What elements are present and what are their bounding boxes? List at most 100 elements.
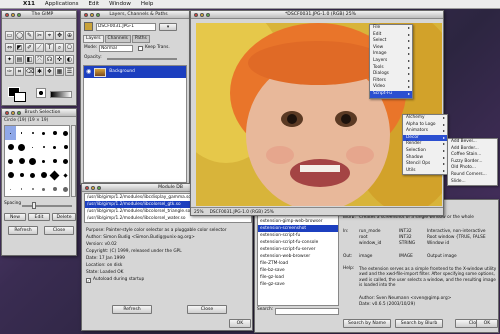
menu-applications[interactable]: Applications	[45, 1, 79, 7]
tool-button[interactable]: T	[45, 43, 54, 52]
brush-cell[interactable]	[16, 126, 27, 140]
close-button[interactable]: Close	[44, 226, 74, 235]
tool-button[interactable]: ✐	[25, 43, 34, 52]
tool-button[interactable]: ⌕	[55, 43, 64, 52]
tool-button[interactable]: ☊	[45, 55, 54, 64]
layer-list[interactable]: ◉ Background	[83, 65, 187, 183]
image-select-dropdown[interactable]: DSCF0031.JPG-1	[96, 23, 156, 31]
tool-button[interactable]: ✥	[55, 31, 64, 40]
menu-item-selection[interactable]: Selection	[403, 148, 447, 155]
tool-button[interactable]: ◩	[15, 43, 24, 52]
brush-cell[interactable]	[27, 182, 38, 196]
zoom-icon[interactable]	[206, 12, 210, 17]
tool-button[interactable]: ⊕	[65, 31, 74, 40]
menu-item-dialogs[interactable]: Dialogs	[370, 71, 412, 78]
brush-cell[interactable]	[5, 154, 16, 168]
menu-item-layers[interactable]: Layers	[370, 58, 412, 65]
refresh-button[interactable]: Refresh	[8, 226, 38, 235]
brush-cell[interactable]	[49, 154, 60, 168]
menu-edit[interactable]: Edit	[89, 1, 100, 7]
tool-button[interactable]: ☰	[65, 67, 74, 76]
search-input[interactable]	[275, 308, 339, 315]
minimize-icon[interactable]	[11, 12, 15, 17]
search-by-blurb-button[interactable]: Search by Blurb	[395, 319, 443, 328]
procedure-item[interactable]: extension-web-browser	[258, 253, 338, 260]
toolbox-titlebar[interactable]: The GIMP	[2, 11, 76, 19]
procedure-item[interactable]: file-ZTM-load	[258, 260, 338, 267]
tool-button[interactable]: ⌗	[15, 67, 24, 76]
opacity-slider[interactable]	[107, 58, 177, 60]
tool-button[interactable]: ✑	[5, 67, 14, 76]
eye-icon[interactable]: ◉	[86, 66, 91, 78]
ok-button-left[interactable]: OK	[229, 319, 251, 328]
module-close-button[interactable]: Close	[187, 305, 227, 314]
procedure-item-selected[interactable]: extension-screenshot	[258, 225, 338, 232]
ok-button-right[interactable]: OK	[476, 319, 498, 328]
close-icon[interactable]	[194, 12, 198, 17]
tool-button[interactable]: ⌖	[45, 31, 54, 40]
tab-paths[interactable]: Paths	[131, 35, 150, 43]
edit-brush-button[interactable]: Edit	[28, 213, 50, 221]
spacing-slider-handle[interactable]	[32, 202, 36, 209]
brush-cell[interactable]	[60, 168, 71, 182]
tool-button[interactable]: ❖	[45, 67, 54, 76]
zoom-icon[interactable]	[97, 185, 101, 190]
tool-button[interactable]: ⤧	[35, 55, 44, 64]
minimize-icon[interactable]	[11, 110, 15, 115]
brush-cell[interactable]	[5, 182, 16, 196]
tool-button[interactable]: ✜	[55, 55, 64, 64]
zoom-icon[interactable]	[17, 12, 21, 17]
menu-item-stencil-ops[interactable]: Stencil Ops	[403, 161, 447, 168]
menu-window[interactable]: Window	[109, 1, 131, 7]
brush-scrollbar[interactable]	[71, 125, 76, 197]
tool-button[interactable]: ▤	[15, 55, 24, 64]
brush-cell[interactable]	[49, 126, 60, 140]
brush-cell[interactable]	[16, 168, 27, 182]
brush-cell[interactable]	[5, 168, 16, 182]
new-brush-button[interactable]: New	[4, 213, 26, 221]
procedure-list[interactable]: extension-gimp-decode-mpeg extension-gim…	[257, 203, 339, 306]
tab-layers[interactable]: Layers	[83, 35, 104, 43]
zoom-icon[interactable]	[17, 110, 21, 115]
procedure-item[interactable]: file-gz-save	[258, 281, 338, 288]
tool-button[interactable]: ⇔	[5, 43, 14, 52]
menu-item-animators[interactable]: Animators	[403, 128, 447, 135]
brush-cell[interactable]	[38, 182, 49, 196]
brush-preview[interactable]	[36, 88, 46, 98]
autoload-checkbox[interactable]: ✓	[86, 278, 91, 283]
brush-cell[interactable]	[60, 182, 71, 196]
menu-item-file[interactable]: File	[370, 25, 412, 32]
layers-titlebar[interactable]: Layers, Channels & Paths	[81, 11, 189, 19]
brush-cell[interactable]	[49, 168, 60, 182]
brush-cell[interactable]	[38, 126, 49, 140]
procedure-item[interactable]: extension-script-fu-server	[258, 246, 338, 253]
brush-cell[interactable]	[27, 154, 38, 168]
procedure-item[interactable]: extension-script-fu	[258, 232, 338, 239]
keep-trans-checkbox[interactable]	[138, 46, 143, 51]
brush-cell[interactable]	[60, 126, 71, 140]
auto-button[interactable]: ▾	[159, 23, 177, 31]
close-icon[interactable]	[5, 12, 9, 17]
close-icon[interactable]	[84, 12, 88, 17]
menu-item-coffee-stain[interactable]: Coffee Stain...	[448, 152, 497, 159]
brush-cell[interactable]	[5, 126, 16, 140]
brush-cell[interactable]	[27, 140, 38, 154]
brush-cell[interactable]	[27, 168, 38, 182]
tool-button[interactable]: ◯	[15, 31, 24, 40]
tab-channels[interactable]: Channels	[104, 35, 131, 43]
menu-item-slide[interactable]: Slide...	[448, 179, 497, 186]
module-item[interactable]: /usr/lib/gimp/1.2/modules/libcolorsel_wa…	[85, 215, 251, 222]
brush-cell[interactable]	[38, 154, 49, 168]
bg-color-swatch[interactable]	[14, 92, 26, 102]
module-refresh-button[interactable]: Refresh	[112, 305, 152, 314]
brush-cell[interactable]	[16, 182, 27, 196]
tool-button[interactable]: ✦	[5, 55, 14, 64]
tool-button[interactable]: ✂	[35, 31, 44, 40]
tool-button[interactable]: ▭	[5, 31, 14, 40]
brush-cell[interactable]	[49, 182, 60, 196]
brush-cell[interactable]	[38, 140, 49, 154]
menu-item-script-fu[interactable]: Script-Fu	[370, 90, 412, 98]
menu-item-image[interactable]: Image	[370, 51, 412, 58]
tool-button[interactable]: ⎔	[65, 43, 74, 52]
image-titlebar[interactable]: *DSCF0031.JPG-1.0 (RGB) 25%	[191, 11, 443, 19]
